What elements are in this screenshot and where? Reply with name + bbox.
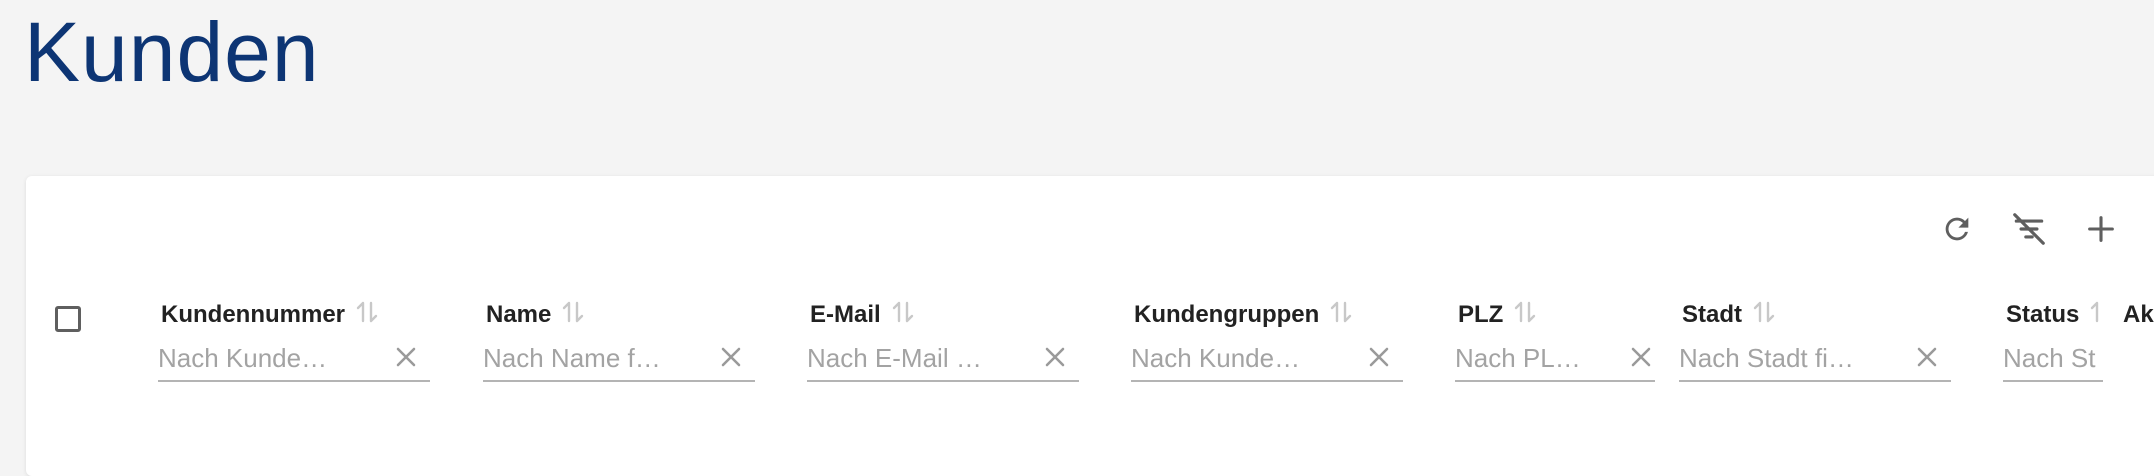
clear-filter-button[interactable] [1627, 345, 1655, 373]
filter-input-kundennummer[interactable] [158, 336, 378, 380]
filter-input-plz[interactable] [1455, 336, 1605, 380]
filter-kundennummer [158, 336, 430, 382]
close-icon [1915, 345, 1939, 374]
clear-filter-button[interactable] [1365, 345, 1393, 373]
clear-filters-button[interactable] [2004, 204, 2054, 254]
column-header-stadt[interactable]: Stadt [1679, 294, 1951, 336]
filter-email [807, 336, 1079, 382]
column-header-kundennummer[interactable]: Kundennummer [158, 294, 430, 336]
close-icon [394, 345, 418, 374]
filter-input-kundengruppen[interactable] [1131, 336, 1351, 380]
close-icon [1367, 345, 1391, 374]
customer-table-card: Kundennummer Name [26, 176, 2154, 476]
refresh-icon [1940, 212, 1974, 246]
filter-input-stadt[interactable] [1679, 336, 1899, 380]
column-name: Name [483, 294, 755, 382]
filter-input-name[interactable] [483, 336, 703, 380]
column-email: E-Mail [807, 294, 1079, 382]
filter-plz [1455, 336, 1655, 382]
column-label: Status [2006, 301, 2080, 328]
column-plz: PLZ [1455, 294, 1655, 382]
filter-status [2003, 336, 2103, 382]
column-header-plz[interactable]: PLZ [1455, 294, 1655, 336]
clear-filter-button[interactable] [1041, 345, 1069, 373]
refresh-button[interactable] [1932, 204, 1982, 254]
column-label: Kundengruppen [1134, 301, 1320, 328]
page-title: Kunden [24, 5, 320, 99]
column-header-name[interactable]: Name [483, 294, 755, 336]
filter-off-icon [2010, 210, 2048, 248]
clear-filter-button[interactable] [717, 345, 745, 373]
column-stadt: Stadt [1679, 294, 1951, 382]
column-header-status[interactable]: Status [2003, 294, 2103, 336]
column-header-email[interactable]: E-Mail [807, 294, 1079, 336]
filter-name [483, 336, 755, 382]
more-options-button[interactable] [2148, 204, 2154, 254]
close-icon [1043, 345, 1067, 374]
filter-input-email[interactable] [807, 336, 1027, 380]
column-label: Stadt [1682, 301, 1742, 328]
clear-filter-button[interactable] [1913, 345, 1941, 373]
close-icon [719, 345, 743, 374]
filter-stadt [1679, 336, 1951, 382]
sort-icon[interactable] [2089, 299, 2103, 332]
sort-icon[interactable] [355, 299, 379, 332]
clear-filter-button[interactable] [392, 345, 420, 373]
sort-icon[interactable] [1329, 299, 1353, 332]
column-header-aktionen: Ak [2120, 294, 2154, 336]
column-label: Ak [2123, 301, 2154, 328]
plus-icon [2084, 212, 2118, 246]
add-customer-button[interactable] [2076, 204, 2126, 254]
column-label: Name [486, 301, 552, 328]
column-label: PLZ [1458, 301, 1504, 328]
select-all-checkbox[interactable] [55, 306, 81, 332]
sort-icon[interactable] [1752, 299, 1776, 332]
sort-icon[interactable] [561, 299, 585, 332]
filter-kundengruppen [1131, 336, 1403, 382]
sort-icon[interactable] [1513, 299, 1537, 332]
column-label: E-Mail [810, 301, 881, 328]
sort-icon[interactable] [891, 299, 915, 332]
column-label: Kundennummer [161, 301, 346, 328]
column-kundengruppen: Kundengruppen [1131, 294, 1403, 382]
column-status: Status [2003, 294, 2103, 382]
column-aktionen: Ak [2120, 294, 2154, 336]
column-header-kundengruppen[interactable]: Kundengruppen [1131, 294, 1403, 336]
filter-input-status[interactable] [2003, 336, 2103, 380]
close-icon [1629, 345, 1653, 374]
column-kundennummer: Kundennummer [158, 294, 430, 382]
